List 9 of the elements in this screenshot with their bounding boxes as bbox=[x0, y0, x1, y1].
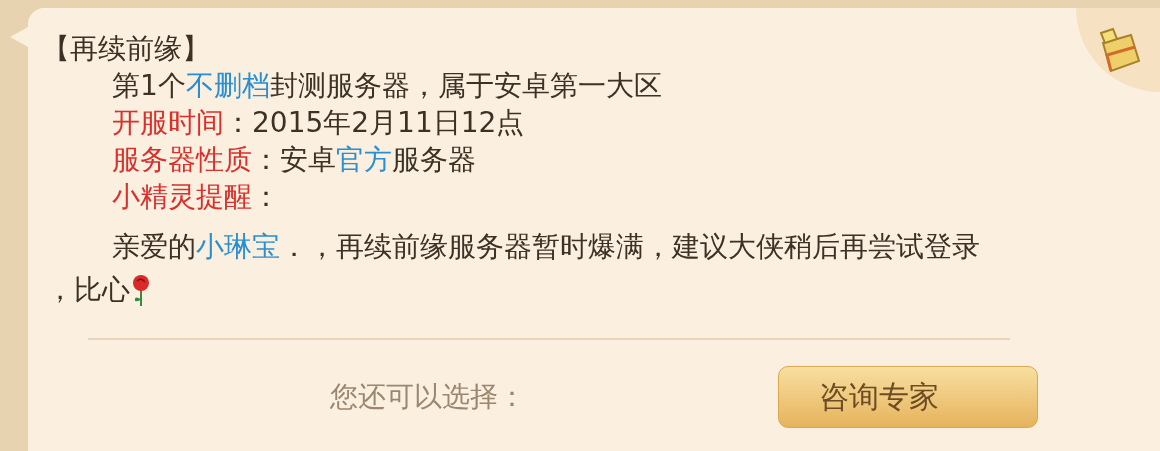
prompt-text: 您还可以选择： bbox=[330, 379, 527, 415]
consult-button[interactable]: 咨询专家 bbox=[778, 366, 1038, 428]
dialog-title: 【再续前缘】 bbox=[42, 31, 210, 67]
message-line: ，比心 bbox=[46, 272, 130, 308]
message-line: 开服时间：2015年2月11日12点 bbox=[112, 105, 525, 141]
message-line: 服务器性质：安卓官方服务器 bbox=[112, 142, 476, 178]
message-line: 小精灵提醒： bbox=[112, 179, 280, 215]
message-line: 亲爱的小琳宝．，再续前缘服务器暂时爆满，建议大侠稍后再尝试登录 bbox=[112, 229, 980, 265]
message-line: 第1个不删档封测服务器，属于安卓第一大区 bbox=[112, 68, 662, 104]
